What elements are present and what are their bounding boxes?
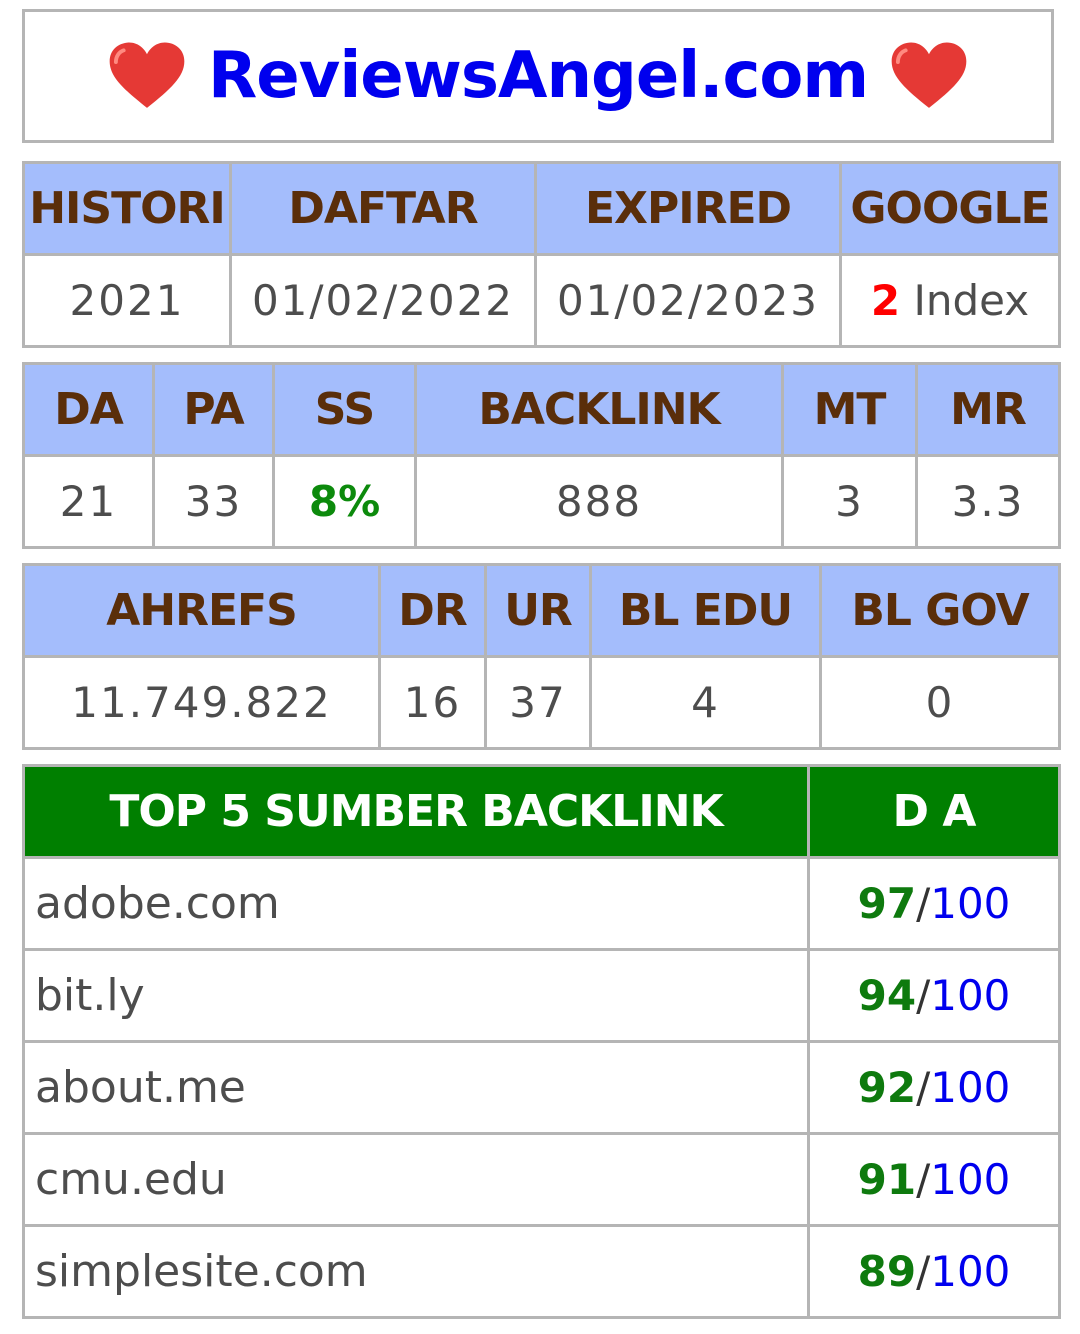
header-bl-edu: BL EDU — [589, 563, 822, 658]
da-score-cell: 89/100 — [807, 1224, 1061, 1319]
backlink-site[interactable]: cmu.edu — [22, 1132, 810, 1227]
pa-value: 33 — [152, 454, 275, 549]
mr-value: 3.3 — [915, 454, 1061, 549]
table-row: 21 33 8% 888 3 3.3 — [22, 454, 1061, 549]
google-index-cell: 2 Index — [839, 253, 1061, 348]
da-score-cell: 91/100 — [807, 1132, 1061, 1227]
heart-icon — [109, 42, 185, 108]
header-mt: MT — [781, 362, 918, 457]
da-slash: / — [916, 1063, 931, 1112]
header-ss: SS — [272, 362, 417, 457]
table-header-row: AHREFS DR UR BL EDU BL GOV — [22, 563, 1061, 658]
da-score: 92 — [857, 1063, 917, 1112]
spam-score: 8% — [308, 477, 381, 526]
domain-history-table: HISTORI DAFTAR EXPIRED GOOGLE 2021 01/02… — [22, 161, 1061, 348]
mt-value: 3 — [781, 454, 918, 549]
backlink-site[interactable]: bit.ly — [22, 948, 810, 1043]
dr-value: 16 — [378, 655, 487, 750]
da-max: 100 — [930, 879, 1011, 928]
header-ahrefs: AHREFS — [22, 563, 381, 658]
google-index-count: 2 — [870, 276, 901, 325]
daftar-value: 01/02/2022 — [229, 253, 537, 348]
table-row: about.me 92/100 — [22, 1040, 1061, 1135]
bl-edu-value: 4 — [589, 655, 822, 750]
header-expired: EXPIRED — [534, 161, 842, 256]
header-daftar: DAFTAR — [229, 161, 537, 256]
header-ur: UR — [484, 563, 592, 658]
backlink-site[interactable]: adobe.com — [22, 856, 810, 951]
header-da: D A — [807, 764, 1061, 859]
table-row: 11.749.822 16 37 4 0 — [22, 655, 1061, 750]
da-value: 21 — [22, 454, 155, 549]
site-title[interactable]: ReviewsAngel.com — [208, 39, 869, 113]
backlink-site[interactable]: simplesite.com — [22, 1224, 810, 1319]
bl-gov-value: 0 — [819, 655, 1061, 750]
ahrefs-metrics-table: AHREFS DR UR BL EDU BL GOV 11.749.822 16… — [22, 563, 1061, 750]
table-header-row: DA PA SS BACKLINK MT MR — [22, 362, 1061, 457]
da-score-cell: 92/100 — [807, 1040, 1061, 1135]
google-index-label: Index — [900, 276, 1030, 325]
da-score: 97 — [857, 879, 917, 928]
da-slash: / — [916, 1247, 931, 1296]
table-row: cmu.edu 91/100 — [22, 1132, 1061, 1227]
moz-metrics-table: DA PA SS BACKLINK MT MR 21 33 8% 888 3 3… — [22, 362, 1061, 549]
da-score-cell: 94/100 — [807, 948, 1061, 1043]
heart-icon — [891, 42, 967, 108]
header-pa: PA — [152, 362, 275, 457]
ss-value: 8% — [272, 454, 417, 549]
da-score: 89 — [857, 1247, 917, 1296]
da-max: 100 — [930, 1247, 1011, 1296]
table-row: bit.ly 94/100 — [22, 948, 1061, 1043]
da-slash: / — [916, 879, 931, 928]
header-bl-gov: BL GOV — [819, 563, 1061, 658]
histori-value: 2021 — [22, 253, 232, 348]
header-google: GOOGLE — [839, 161, 1061, 256]
backlink-value: 888 — [414, 454, 784, 549]
table-header-row: TOP 5 SUMBER BACKLINK D A — [22, 764, 1061, 859]
site-title-banner: ReviewsAngel.com — [22, 9, 1054, 143]
header-top-sources: TOP 5 SUMBER BACKLINK — [22, 764, 810, 859]
header-dr: DR — [378, 563, 487, 658]
da-score: 94 — [857, 971, 917, 1020]
table-row: simplesite.com 89/100 — [22, 1224, 1061, 1319]
da-score-cell: 97/100 — [807, 856, 1061, 951]
table-row: 2021 01/02/2022 01/02/2023 2 Index — [22, 253, 1061, 348]
da-score: 91 — [857, 1155, 917, 1204]
top-backlink-sources-table: TOP 5 SUMBER BACKLINK D A adobe.com 97/1… — [22, 764, 1061, 1319]
da-slash: / — [916, 1155, 931, 1204]
table-row: adobe.com 97/100 — [22, 856, 1061, 951]
header-da: DA — [22, 362, 155, 457]
ur-value: 37 — [484, 655, 592, 750]
table-header-row: HISTORI DAFTAR EXPIRED GOOGLE — [22, 161, 1061, 256]
expired-value: 01/02/2023 — [534, 253, 842, 348]
header-histori: HISTORI — [22, 161, 232, 256]
da-max: 100 — [930, 971, 1011, 1020]
da-max: 100 — [930, 1155, 1011, 1204]
backlink-site[interactable]: about.me — [22, 1040, 810, 1135]
header-backlink: BACKLINK — [414, 362, 784, 457]
ahrefs-value: 11.749.822 — [22, 655, 381, 750]
header-mr: MR — [915, 362, 1061, 457]
da-slash: / — [916, 971, 931, 1020]
da-max: 100 — [930, 1063, 1011, 1112]
